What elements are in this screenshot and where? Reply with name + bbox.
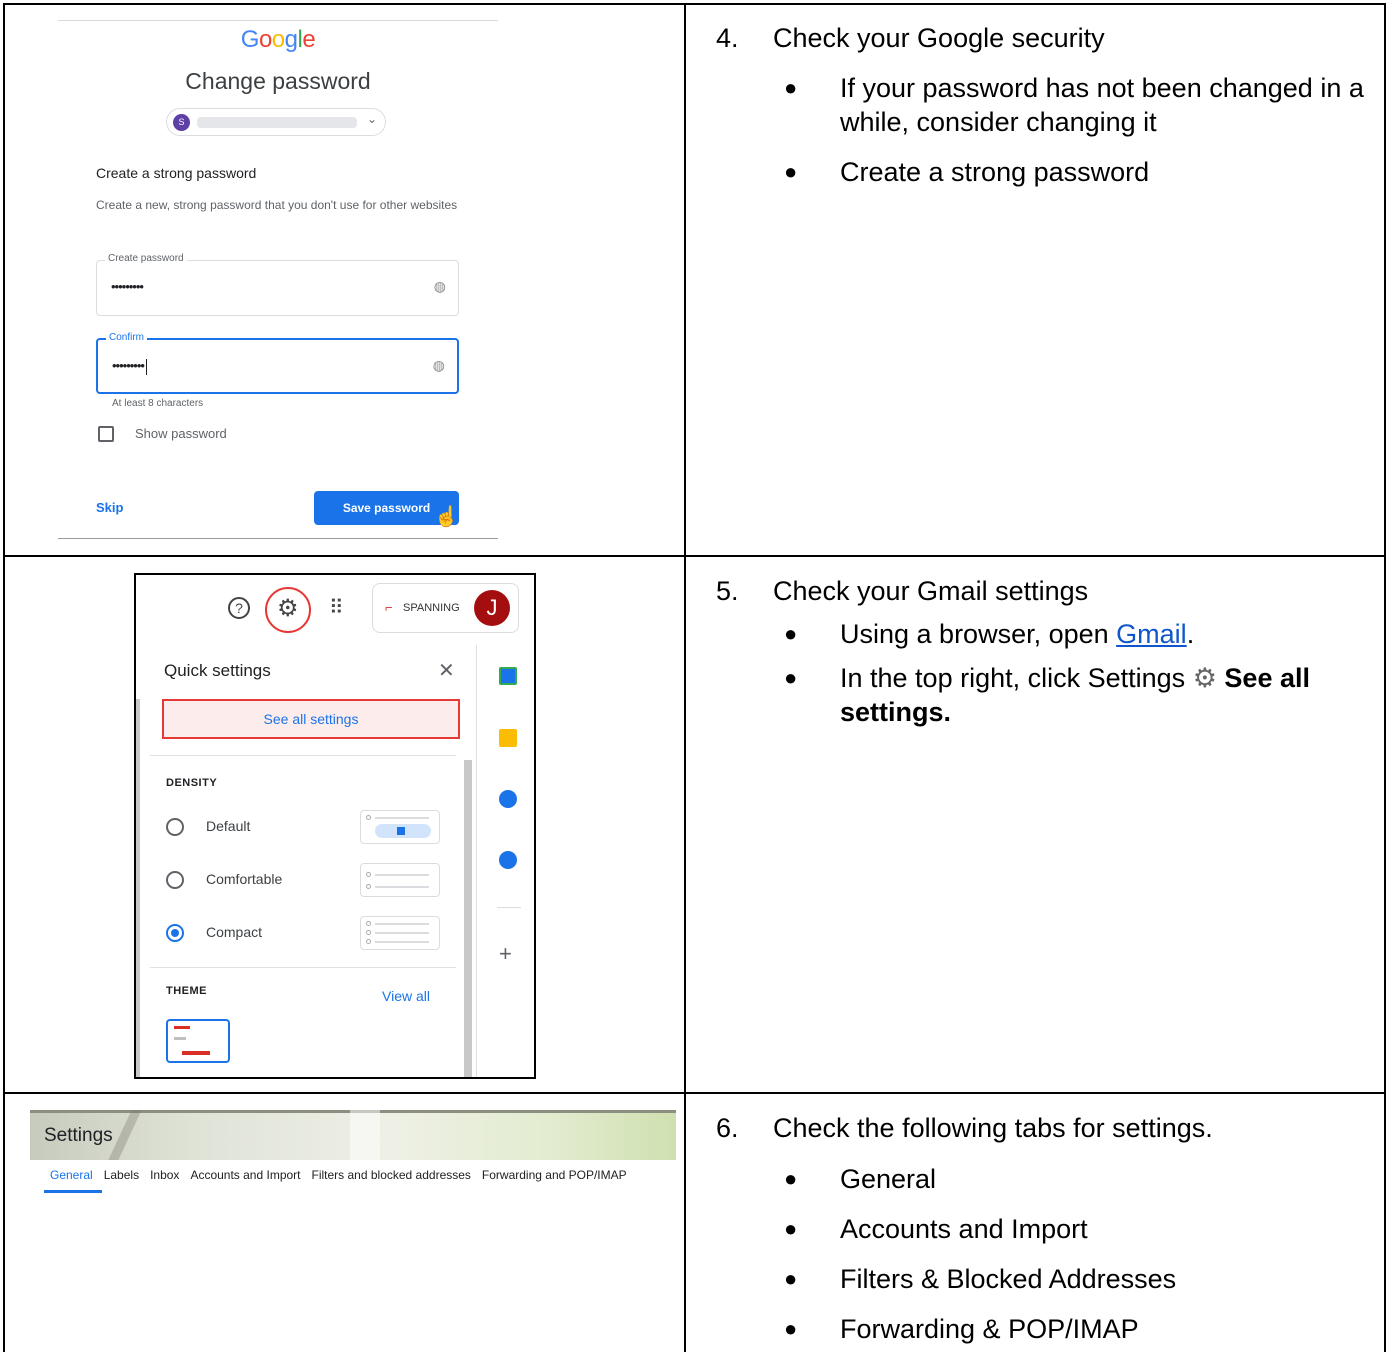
settings-tabs: General Labels Inbox Accounts and Import Fil…: [50, 1168, 638, 1182]
tasks-icon[interactable]: [499, 790, 517, 808]
tab-general[interactable]: General: [50, 1168, 93, 1182]
keep-icon[interactable]: [499, 729, 517, 747]
create-password-field[interactable]: Create password ••••••••• ◍: [96, 253, 459, 316]
gmail-link[interactable]: Gmail: [1116, 619, 1187, 649]
gear-icon[interactable]: ⚙: [277, 594, 299, 623]
blurred-email: [197, 117, 357, 128]
gmail-settings-tabs-screenshot: Settings General Labels Inbox Accounts and …: [30, 1110, 676, 1200]
bullet-icon: ●: [784, 1316, 798, 1341]
tab-forwarding[interactable]: Forwarding and POP/IMAP: [482, 1168, 627, 1182]
density-option-default[interactable]: Default: [166, 810, 456, 844]
step-4-title: Check your Google security: [773, 23, 1105, 53]
bullet-icon: ●: [784, 1266, 798, 1291]
account-box[interactable]: ⌐ SPANNING J: [372, 583, 519, 633]
password-hint: At least 8 characters: [112, 398, 204, 409]
strong-password-heading: Create a strong password: [96, 165, 257, 181]
google-change-password-screenshot: Google Change password S ⌄ Create a stro…: [58, 20, 498, 540]
density-option-compact[interactable]: Compact: [166, 916, 456, 950]
contacts-icon[interactable]: [499, 851, 517, 869]
scrollbar-left: [136, 699, 140, 1077]
text-caret: [145, 358, 147, 375]
help-icon[interactable]: ?: [228, 597, 250, 619]
density-thumbnail-compact: [360, 916, 440, 950]
eye-icon[interactable]: ◍: [434, 278, 446, 295]
step-6-number: 6.: [716, 1113, 739, 1143]
tab-accounts-and-import[interactable]: Accounts and Import: [190, 1168, 300, 1182]
density-option-comfortable[interactable]: Comfortable: [166, 863, 456, 897]
density-thumbnail-comfortable: [360, 863, 440, 897]
radio-default[interactable]: [166, 818, 184, 836]
close-icon[interactable]: ✕: [438, 658, 455, 683]
table-border-top: [3, 3, 1386, 5]
tab-labels[interactable]: Labels: [104, 1168, 139, 1182]
table-row-divider-2: [3, 1092, 1386, 1094]
account-chip[interactable]: S ⌄: [166, 108, 386, 136]
bullet-icon: ●: [784, 1216, 798, 1241]
step-5-title: Check your Gmail settings: [773, 576, 1089, 606]
theme-heading: THEME: [166, 985, 207, 997]
eye-icon[interactable]: ◍: [433, 357, 445, 374]
table-column-divider: [684, 3, 686, 1352]
create-password-label: Create password: [105, 253, 187, 264]
bullet-icon: ●: [784, 665, 798, 690]
spanning-logo-icon: ⌐: [385, 600, 393, 615]
quick-settings-panel: Quick settings ✕ See all settings DENSIT…: [136, 645, 474, 1077]
tab-inbox[interactable]: Inbox: [150, 1168, 179, 1182]
view-all-link[interactable]: View all: [382, 988, 430, 1004]
table-border-right: [1384, 3, 1386, 1352]
strong-password-description: Create a new, strong password that you d…: [96, 198, 458, 212]
bullet-icon: ●: [784, 1166, 798, 1191]
active-tab-underline: [44, 1190, 102, 1193]
change-password-title: Change password: [185, 68, 371, 94]
bullet-icon: ●: [784, 159, 798, 184]
skip-link[interactable]: Skip: [96, 500, 123, 515]
density-heading: DENSITY: [166, 777, 218, 789]
table-row-divider-1: [3, 555, 1386, 557]
scrollbar[interactable]: [464, 760, 472, 1077]
show-password-label: Show password: [135, 426, 227, 441]
settings-banner: Settings: [30, 1110, 676, 1160]
account-avatar: S: [173, 114, 190, 131]
confirm-password-value: •••••••••: [112, 358, 147, 375]
settings-title: Settings: [44, 1125, 113, 1146]
add-icon[interactable]: +: [499, 941, 512, 967]
spanning-brand: SPANNING: [403, 602, 460, 614]
pointer-hand-icon: ☝: [434, 506, 459, 528]
radio-compact[interactable]: [166, 924, 184, 942]
see-all-settings-button[interactable]: See all settings: [162, 699, 460, 739]
theme-thumbnail[interactable]: [166, 1019, 230, 1063]
bullet-icon: ●: [784, 75, 798, 100]
chevron-down-icon: ⌄: [366, 112, 377, 126]
tab-filters[interactable]: Filters and blocked addresses: [312, 1168, 471, 1182]
calendar-icon[interactable]: [499, 667, 517, 685]
side-panel: +: [476, 645, 534, 1077]
bullet-icon: ●: [784, 621, 798, 646]
step-5-number: 5.: [716, 576, 739, 606]
create-password-value: •••••••••: [111, 279, 144, 294]
step-6-title: Check the following tabs for settings.: [773, 1113, 1213, 1143]
show-password-checkbox[interactable]: [98, 426, 114, 442]
apps-grid-icon[interactable]: ⠿: [329, 595, 344, 620]
density-thumbnail-default: [360, 810, 440, 844]
google-logo: Google: [240, 26, 316, 53]
avatar[interactable]: J: [474, 590, 510, 626]
quick-settings-title: Quick settings: [164, 661, 271, 680]
confirm-password-field[interactable]: Confirm ••••••••• ◍: [96, 332, 459, 394]
radio-comfortable[interactable]: [166, 871, 184, 889]
gear-icon: ⚙: [1192, 663, 1217, 693]
confirm-password-label: Confirm: [106, 332, 148, 343]
step-4-number: 4.: [716, 23, 739, 53]
gmail-quick-settings-screenshot: ? ⚙ ⠿ ⌐ SPANNING J Quick settings ✕ See …: [134, 573, 536, 1079]
table-border-left: [3, 3, 5, 1352]
